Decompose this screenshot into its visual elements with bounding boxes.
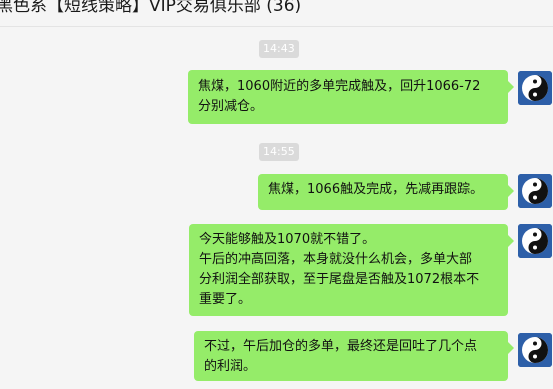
yin-yang-icon xyxy=(518,333,552,367)
message-bubble[interactable]: 今天能够触及1070就不错了。 午后的冲高回落，本身就没什么机会，多单大部 分利… xyxy=(189,224,514,316)
message-bubble[interactable]: 焦煤，1060附近的多单完成触及，回升1066-72 分别减仓。 xyxy=(188,70,514,124)
message-list[interactable]: 14:43 焦煤，1060附近的多单完成触及，回升1066-72 分别减仓。 1… xyxy=(0,27,553,389)
yin-yang-icon xyxy=(518,71,552,105)
timestamp: 14:43 xyxy=(259,40,299,58)
message-bubble[interactable]: 焦煤，1066触及完成，先减再跟踪。 xyxy=(258,174,514,210)
chat-title: 黑色系【短线策略】VIP交易俱乐部 (36) xyxy=(0,0,302,16)
yin-yang-icon xyxy=(518,174,552,208)
avatar[interactable] xyxy=(518,333,552,367)
yin-yang-icon xyxy=(518,224,552,258)
message-bubble[interactable]: 不过，午后加仓的多单，最终还是回吐了几个点 的利润。 xyxy=(194,331,514,381)
avatar[interactable] xyxy=(518,71,552,105)
chat-title-bar: 黑色系【短线策略】VIP交易俱乐部 (36) xyxy=(0,0,553,27)
chat-window: 黑色系【短线策略】VIP交易俱乐部 (36) 14:43 焦煤，1060附近的多… xyxy=(0,0,553,389)
avatar[interactable] xyxy=(518,224,552,258)
avatar[interactable] xyxy=(518,174,552,208)
timestamp: 14:55 xyxy=(259,143,299,161)
